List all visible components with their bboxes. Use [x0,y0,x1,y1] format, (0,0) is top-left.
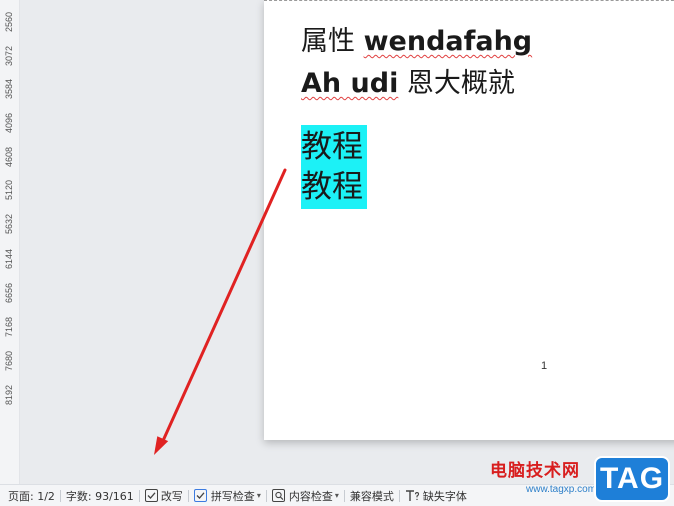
doc-line-1[interactable]: 属性 wendafahg [301,24,532,60]
doc-line-2[interactable]: Ah udi 恩大概就 [301,66,515,102]
missing-font-label: 缺失字体 [422,489,467,503]
doc-line-1-bold-text[interactable]: wendafahg [364,26,533,57]
highlighted-text-block[interactable]: 教程 教程 [301,125,367,209]
ruler-tick: 3072 [4,45,14,67]
spell-check-label: 拼写检查 [210,489,255,503]
ruler-tick: 4608 [4,146,14,168]
ruler-tick: 6144 [4,248,14,270]
word-count[interactable]: 字数: 93/161 [66,485,134,506]
ruler-tick: 2560 [4,11,14,33]
ruler-tick: 8192 [4,384,14,406]
divider [265,489,267,502]
ruler-tick: 7680 [4,350,14,372]
spell-check-button[interactable]: 拼写检查 ▾ [193,485,261,506]
doc-line-2-bold-text[interactable]: Ah udi [301,68,398,99]
chevron-down-icon[interactable]: ▾ [257,491,261,500]
tag-logo-text: TAG [599,462,665,495]
revise-toggle[interactable]: 改写 [144,485,183,506]
ruler-tick: 5632 [4,213,14,235]
divider [343,489,345,502]
tag-logo: TAG [594,456,670,502]
compat-mode-label[interactable]: 兼容模式 [350,485,394,506]
doc-line-2-text[interactable]: 恩大概就 [398,68,515,99]
highlighted-line[interactable]: 教程 [301,167,363,207]
ruler-tick: 6656 [4,282,14,304]
page-number: 1 [541,360,548,372]
ruler-tick: 7168 [4,316,14,338]
ruler-tick: 4096 [4,112,14,134]
chevron-down-icon[interactable]: ▾ [335,491,339,500]
highlighted-line[interactable]: 教程 [301,127,363,167]
revise-label: 改写 [160,489,183,503]
divider [187,489,189,502]
spell-check-icon [193,489,208,502]
content-check-icon [271,489,286,502]
ruler-tick: 5120 [4,179,14,201]
watermark-site-name: 电脑技术网 [490,461,580,481]
missing-font-icon [405,489,420,502]
vertical-ruler[interactable]: 2560 3072 3584 4096 4608 5120 5632 6144 … [0,0,20,484]
doc-line-1-text[interactable]: 属性 [301,26,364,57]
ruler-tick: 3584 [4,78,14,100]
site-watermark: 电脑技术网 www.tagxp.com TAG [486,456,674,506]
document-canvas[interactable]: 属性 wendafahg Ah udi 恩大概就 教程 教程 1 [20,0,674,484]
divider [398,489,400,502]
content-check-label: 内容检查 [288,489,333,503]
missing-font-button[interactable]: 缺失字体 [405,485,467,506]
document-page[interactable]: 属性 wendafahg Ah udi 恩大概就 教程 教程 1 [264,0,674,440]
page-indicator[interactable]: 页面: 1/2 [8,485,55,506]
divider [59,489,61,502]
content-check-button[interactable]: 内容检查 ▾ [271,485,339,506]
watermark-url: www.tagxp.com [526,484,597,495]
checkbox-checked-icon [144,489,158,502]
page-top-border [264,0,674,1]
divider [138,489,140,502]
